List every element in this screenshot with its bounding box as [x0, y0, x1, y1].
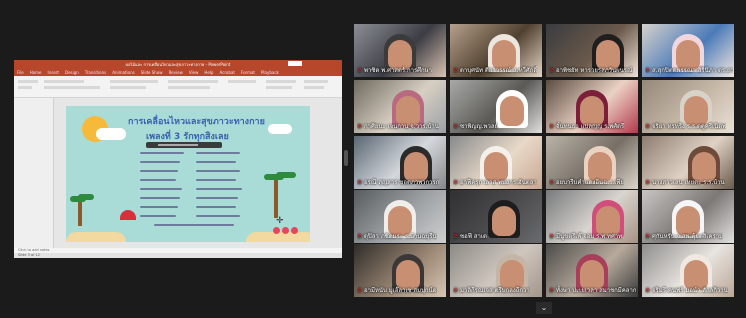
participant-name: ⊘ พาซิต พ.ศาสตร์.การศึกษา [357, 67, 432, 74]
muted-mic-icon: ⊘ [645, 123, 651, 130]
muted-mic-icon: ⊘ [453, 233, 459, 240]
participant-name: ⊘ ดาบุศนัท ติอาวรรณ์ ส.ทวีศักดิ์ [453, 67, 538, 74]
ppt-editor: การเคลื่อนไหวและสุขภาวะทางกาย เพลงที่ 3 … [14, 98, 342, 248]
participant-face [492, 206, 516, 236]
mouse-cursor-icon: ✛ [276, 216, 284, 226]
participant-tile[interactable]: ⊘ อยบารีบคำแดงอีนฉ.ร.เพีย [546, 136, 638, 189]
participant-name: ⊘ ศุกันหรับ จ.สพ.ตุ้ยตลิเคราม [645, 233, 724, 240]
ribbon-tab[interactable]: Help [204, 70, 213, 75]
muted-mic-icon: ⊘ [645, 233, 651, 240]
participant-name: ⊘ จริยา ทรทรีง ร.ร.ตดูครีเนิดพ [645, 123, 727, 130]
participant-tile[interactable]: ⊘ส.สุกปิตตพรรณา สิรินิภา ดร.ถาทิน [642, 24, 734, 77]
sign-in-button[interactable] [288, 61, 302, 66]
participant-name: ⊘ กาศิยนะ เจนกาน จ.วาร.บ้าน [357, 123, 439, 130]
participant-tile[interactable]: ⊘ อามีหนับ มูเฮ๊ลาเซ สมปุกน์ด [354, 244, 446, 297]
chevron-down-icon[interactable]: ⌄ [536, 302, 552, 314]
status-bar: Slide 3 of 12 [14, 253, 342, 258]
participant-name: ⊘ อยบารีบคำแดงอีนฉ.ร.เพีย [549, 179, 624, 186]
muted-mic-icon: ⊘ [357, 67, 363, 74]
participant-name: ⊘ มาลิกีรณเจส ตรีบกลงถีกวา [453, 287, 530, 294]
muted-mic-icon: ⊘ [549, 67, 555, 74]
muted-mic-icon: ⊘ [357, 123, 363, 130]
participant-name: ⊘ อาฟีครุกาลาส พบสาร.ฮันตลา [453, 179, 537, 186]
participant-name: ⊘ส.สุกปิตตพรรณา สิรินิภา ดร.ถาทิน [645, 67, 733, 74]
participant-tile[interactable]: ⊘ มีนูขตรีเพ๊ จอบ ร.พ.ทศาท [546, 190, 638, 243]
splitter-handle[interactable] [344, 150, 348, 166]
participant-name: ⊘ นางสาวเลน เหยตะ ร.ร.บ้าน [645, 179, 725, 186]
muted-mic-icon: ⊘ [357, 179, 363, 186]
ribbon-tab[interactable]: Slide Show [141, 70, 163, 75]
meeting-screen: ผลไม้และ การเคลื่อนไหวและสุขภาวะทางกาย -… [0, 0, 746, 318]
participant-tile[interactable]: ⊘ ดาบุศนัท ติอาวรรณ์ ส.ทวีศักดิ์ [450, 24, 542, 77]
participant-tile[interactable]: ⊘ มาลิกีรณเจส ตรีบกลงถีกวา [450, 244, 542, 297]
participant-tile[interactable]: ⊘ ซาพิญญ.พวลย์ [450, 80, 542, 133]
cloud-icon [268, 124, 292, 134]
ribbon-tab[interactable]: Design [65, 70, 79, 75]
ribbon-tab[interactable]: File [17, 70, 24, 75]
muted-mic-icon: ⊘ [549, 233, 555, 240]
muted-mic-icon: ⊘ [645, 287, 651, 294]
ppt-window-title: ผลไม้และ การเคลื่อนไหวและสุขภาวะทางกาย -… [125, 61, 231, 67]
ribbon-tab[interactable]: Home [30, 70, 42, 75]
muted-mic-icon: ⊘ [549, 123, 555, 130]
ribbon-tab[interactable]: Acrobat [219, 70, 234, 75]
ribbon-tab[interactable]: Transitions [85, 70, 106, 75]
participant-tile[interactable]: ⊘ พาซิต พ.ศาสตร์.การศึกษา [354, 24, 446, 77]
participant-name: ⊘ จริมรี คนฟร์ มอนำ สักลกิวาน [645, 287, 728, 294]
current-slide[interactable]: การเคลื่อนไหวและสุขภาวะทางกาย เพลงที่ 3 … [66, 106, 310, 242]
participant-tile[interactable]: ⊘ อรณี สุญสาร ขอตภวพวการก [354, 136, 446, 189]
participant-tile[interactable]: ⊘ นางสาวเลน เหยตะ ร.ร.บ้าน [642, 136, 734, 189]
muted-mic-icon: ⊘ [549, 179, 555, 186]
participant-tile[interactable]: ⊘ ศุกันหรับ จ.สพ.ตุ้ยตลิเคราม [642, 190, 734, 243]
participant-tile[interactable]: ⊘ จริมรี คนฟร์ มอนำ สักลกิวาน [642, 244, 734, 297]
participant-tile[interactable]: ⊘ กาศิยนะ เจนกาน จ.วาร.บ้าน [354, 80, 446, 133]
participant-tile[interactable]: ⊘ จั้นทนธา แปลญญ ร.พศ์ตรี [546, 80, 638, 133]
slide-subtitle: เพลงที่ 3 รักทุกสิงเลย [146, 132, 229, 142]
muted-mic-icon: ⊘ [357, 233, 363, 240]
participant-name: ⊘ ดุปิลา ภชิดมระ ร.บ้านฉบุรีน [357, 233, 437, 240]
ribbon-tab[interactable]: Playback [261, 70, 279, 75]
participant-name: ⊘ ซอฟี สาเด [453, 233, 487, 240]
ppt-title-bar: ผลไม้และ การเคลื่อนไหวและสุขภาวะทางกาย -… [14, 60, 342, 68]
slide-thumbnail-pane[interactable] [14, 98, 54, 248]
ribbon-tab[interactable]: Insert [48, 70, 59, 75]
muted-mic-icon: ⊘ [357, 287, 363, 294]
participant-tile[interactable]: ⊘ ดุปิลา ภชิดมระ ร.บ้านฉบุรีน [354, 190, 446, 243]
participant-name: ⊘ มีนูขตรีเพ๊ จอบ ร.พ.ทศาท [549, 233, 623, 240]
muted-mic-icon: ⊘ [453, 123, 459, 130]
participant-name: ⊘ จั้นทนธา แปลญญ ร.พศ์ตรี [549, 123, 625, 130]
muted-mic-icon: ⊘ [549, 287, 555, 294]
ppt-ribbon-tabs: File Home Insert Design Transitions Animation… [14, 68, 342, 76]
hearts-decoration [273, 227, 298, 234]
shared-screen[interactable]: ผลไม้และ การเคลื่อนไหวและสุขภาวะทางกาย -… [14, 60, 342, 258]
ribbon-tab[interactable]: Review [169, 70, 183, 75]
beach-umbrella-icon [120, 210, 136, 220]
muted-mic-icon: ⊘ [453, 287, 459, 294]
cloud-icon [96, 128, 126, 140]
participant-tile[interactable]: ⊘ ซอฟี สาเด [450, 190, 542, 243]
participant-name: ⊘ อรณี สุญสาร ขอตภวพวการก [357, 179, 440, 186]
participant-name: ⊘ ซาพิญญ.พวลย์ [453, 123, 499, 130]
ppt-ribbon[interactable] [14, 76, 342, 98]
muted-mic-icon: ⊘ [453, 179, 459, 186]
participant-face [500, 96, 524, 126]
slide-title: การเคลื่อนไหวและสุขภาวะทางกาย [128, 117, 265, 127]
audio-player[interactable] [146, 142, 222, 148]
ribbon-tab[interactable]: Format [241, 70, 255, 75]
muted-mic-icon: ⊘ [645, 179, 651, 186]
ribbon-tab[interactable]: Animations [112, 70, 134, 75]
participant-tile[interactable]: ⊘ อาพิชยัท ทารายรสภวันผนรณ์ [546, 24, 638, 77]
participant-tile[interactable]: ⊘ จริยา ทรทรีง ร.ร.ตดูครีเนิดพ [642, 80, 734, 133]
participant-name: ⊘ อาพิชยัท ทารายรสภวันผนรณ์ [549, 67, 633, 74]
song-lyrics [140, 152, 246, 228]
muted-mic-icon: ⊘ [453, 67, 459, 74]
muted-mic-icon: ⊘ [645, 67, 651, 74]
participant-tile[interactable]: ⊘ อาฟีครุกาลาส พบสาร.ฮันตลา [450, 136, 542, 189]
participant-tile[interactable]: ⊘ ทั้งษา ปะเยเวลา สมาชกมีคลากส์ [546, 244, 638, 297]
participant-name: ⊘ ทั้งษา ปะเยเวลา สมาชกมีคลากส์ [549, 287, 637, 294]
participant-name: ⊘ อามีหนับ มูเฮ๊ลาเซ สมปุกน์ด [357, 287, 437, 294]
ribbon-tab[interactable]: View [189, 70, 199, 75]
